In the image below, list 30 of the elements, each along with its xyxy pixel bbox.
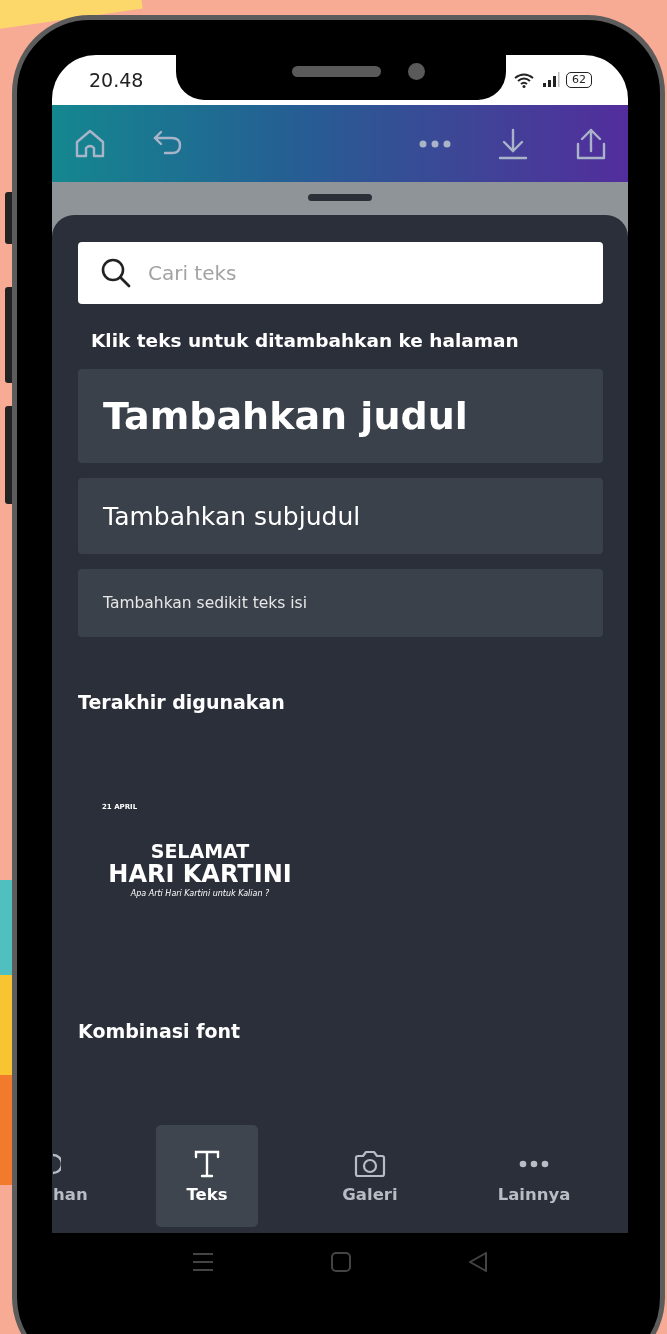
template-subtitle: Apa Arti Hari Kartini untuk Kalian ? (130, 889, 270, 898)
menu-icon[interactable] (192, 1251, 214, 1272)
section-title: Kombinasi font (78, 1020, 242, 1042)
more-icon[interactable] (418, 138, 452, 149)
add-text-button[interactable]: Tambahkan sedikit teks isi (78, 569, 603, 637)
template-title: HARI KARTINI (108, 861, 292, 887)
back-icon[interactable] (467, 1250, 489, 1273)
camera-icon (353, 1148, 387, 1179)
template-title: SELAMAT (150, 841, 250, 861)
nav-tab[interactable]: Teks (156, 1125, 258, 1227)
text-icon (192, 1148, 222, 1179)
more-icon (518, 1159, 550, 1168)
drag-handle[interactable] (308, 194, 372, 201)
battery-indicator: 62 (566, 72, 592, 88)
share-icon[interactable] (574, 126, 608, 161)
home-square-icon[interactable] (329, 1250, 352, 1273)
clock-time: 20.48 (89, 69, 144, 91)
search-icon (100, 257, 132, 289)
section-title: Terakhir digunakan (78, 691, 286, 713)
nav-tab[interactable]: Lainnya (482, 1125, 586, 1227)
tab-icon (53, 1152, 61, 1175)
add-text-button[interactable]: Tambahkan subjudul (78, 478, 603, 554)
download-icon[interactable] (496, 126, 530, 161)
search-field[interactable]: Cari teks (78, 242, 603, 304)
nav-tab[interactable]: Galeri (258, 1125, 482, 1227)
instruction-text: Klik teks untuk ditambahkan ke halaman (91, 330, 520, 351)
signal-icon (542, 72, 560, 88)
wifi-icon (514, 72, 536, 88)
add-text-button[interactable]: Tambahkan judul (78, 369, 603, 463)
nav-tab[interactable]: han (52, 1125, 156, 1227)
